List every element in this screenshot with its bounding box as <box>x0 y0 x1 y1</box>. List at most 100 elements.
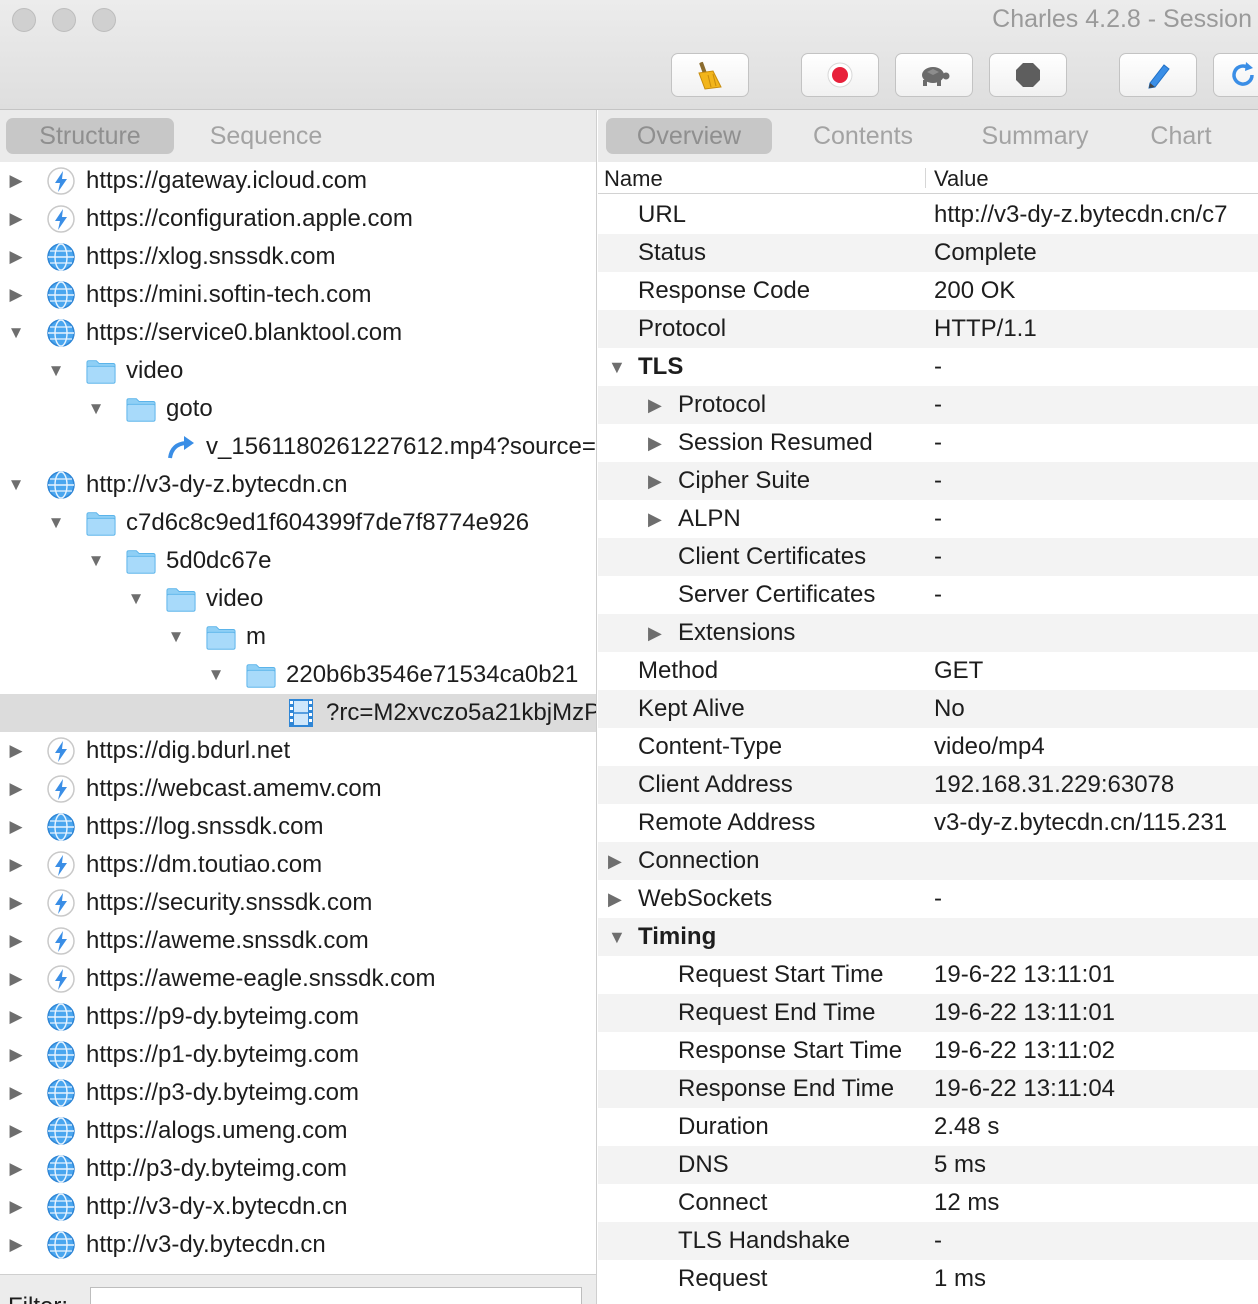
expand-triangle-icon[interactable]: ▶ <box>8 1007 24 1027</box>
property-row[interactable]: ▶ Protocol - <box>598 386 1258 424</box>
throttle-button[interactable] <box>895 53 973 97</box>
tree-row[interactable]: ▶ https://p9-dy.byteimg.com <box>0 998 596 1036</box>
tree-row[interactable]: ▶ http://v3-dy.bytecdn.cn <box>0 1226 596 1264</box>
tree-row[interactable]: ▶v_1561180261227612.mp4?source= <box>0 428 596 466</box>
property-row[interactable]: ▶ Connection <box>598 842 1258 880</box>
property-row[interactable]: Response End Time 19-6-22 13:11:04 <box>598 1070 1258 1108</box>
filter-input[interactable] <box>90 1287 582 1304</box>
collapse-triangle-icon[interactable]: ▼ <box>128 589 145 609</box>
property-row[interactable]: DNS 5 ms <box>598 1146 1258 1184</box>
expand-triangle-icon[interactable]: ▶ <box>8 741 24 761</box>
property-row[interactable]: ▶ Cipher Suite - <box>598 462 1258 500</box>
tree-row[interactable]: ▶ https://aweme.snssdk.com <box>0 922 596 960</box>
tree-row[interactable]: ▶ https://webcast.amemv.com <box>0 770 596 808</box>
property-row[interactable]: Request 1 ms <box>598 1260 1258 1298</box>
collapse-triangle-icon[interactable]: ▼ <box>208 665 225 685</box>
property-row[interactable]: Connect 12 ms <box>598 1184 1258 1222</box>
column-name-header[interactable]: Name <box>604 166 663 192</box>
collapse-triangle-icon[interactable]: ▼ <box>608 927 628 948</box>
expand-triangle-icon[interactable]: ▶ <box>8 1045 24 1065</box>
expand-triangle-icon[interactable]: ▶ <box>8 893 24 913</box>
expand-triangle-icon[interactable]: ▶ <box>8 931 24 951</box>
tree-row[interactable]: ▶ http://v3-dy-x.bytecdn.cn <box>0 1188 596 1226</box>
zoom-window-button[interactable] <box>92 8 116 32</box>
tab-chart[interactable]: Chart <box>1130 118 1232 154</box>
tree-row[interactable]: ▶ https://security.snssdk.com <box>0 884 596 922</box>
property-row[interactable]: Content-Type video/mp4 <box>598 728 1258 766</box>
tree-row[interactable]: ▶ https://dm.toutiao.com <box>0 846 596 884</box>
expand-triangle-icon[interactable]: ▶ <box>648 509 668 530</box>
expand-triangle-icon[interactable]: ▶ <box>8 1083 24 1103</box>
expand-triangle-icon[interactable]: ▶ <box>8 1197 24 1217</box>
tree-row[interactable]: ▶ https://aweme-eagle.snssdk.com <box>0 960 596 998</box>
property-row[interactable]: URL http://v3-dy-z.bytecdn.cn/c7 <box>598 196 1258 234</box>
expand-triangle-icon[interactable]: ▶ <box>8 779 24 799</box>
property-row[interactable]: Request Start Time 19-6-22 13:11:01 <box>598 956 1258 994</box>
tree-row[interactable]: ▶ https://gateway.icloud.com <box>0 162 596 200</box>
tree-row[interactable]: ▶ https://alogs.umeng.com <box>0 1112 596 1150</box>
tree-row[interactable]: ▼ goto <box>0 390 596 428</box>
expand-triangle-icon[interactable]: ▶ <box>8 855 24 875</box>
repeat-button[interactable] <box>1213 53 1258 97</box>
property-row[interactable]: ▶ WebSockets - <box>598 880 1258 918</box>
close-window-button[interactable] <box>12 8 36 32</box>
tree-row[interactable]: ▼ c7d6c8c9ed1f604399f7de7f8774e926 <box>0 504 596 542</box>
tree-row[interactable]: ▶ https://log.snssdk.com <box>0 808 596 846</box>
expand-triangle-icon[interactable]: ▶ <box>8 171 24 191</box>
property-row[interactable]: ▶ ALPN - <box>598 500 1258 538</box>
tree-row[interactable]: ▶?rc=M2xvczo5a21kbjMzP <box>0 694 596 732</box>
compose-button[interactable] <box>1119 53 1197 97</box>
tree-row[interactable]: ▶ https://xlog.snssdk.com <box>0 238 596 276</box>
expand-triangle-icon[interactable]: ▶ <box>8 247 24 267</box>
property-row[interactable]: Protocol HTTP/1.1 <box>598 310 1258 348</box>
tree-row[interactable]: ▶ https://configuration.apple.com <box>0 200 596 238</box>
tree-row[interactable]: ▶ https://dig.bdurl.net <box>0 732 596 770</box>
expand-triangle-icon[interactable]: ▶ <box>8 969 24 989</box>
collapse-triangle-icon[interactable]: ▼ <box>88 551 105 571</box>
expand-triangle-icon[interactable]: ▶ <box>608 889 628 910</box>
collapse-triangle-icon[interactable]: ▼ <box>8 323 25 343</box>
minimize-window-button[interactable] <box>52 8 76 32</box>
tree-row[interactable]: ▶ http://p3-dy.byteimg.com <box>0 1150 596 1188</box>
property-row[interactable]: Duration 2.48 s <box>598 1108 1258 1146</box>
tree-row[interactable]: ▼ video <box>0 352 596 390</box>
collapse-triangle-icon[interactable]: ▼ <box>88 399 105 419</box>
property-row[interactable]: ▶ Session Resumed - <box>598 424 1258 462</box>
collapse-triangle-icon[interactable]: ▼ <box>168 627 185 647</box>
tab-summary[interactable]: Summary <box>958 118 1112 154</box>
expand-triangle-icon[interactable]: ▶ <box>8 1159 24 1179</box>
collapse-triangle-icon[interactable]: ▼ <box>608 357 628 378</box>
tree-row[interactable]: ▼ m <box>0 618 596 656</box>
property-row[interactable]: Response Start Time 19-6-22 13:11:02 <box>598 1032 1258 1070</box>
clear-session-button[interactable] <box>671 53 749 97</box>
tree-row[interactable]: ▼ https://service0.blanktool.com <box>0 314 596 352</box>
tab-contents[interactable]: Contents <box>788 118 938 154</box>
tree-row[interactable]: ▼ http://v3-dy-z.bytecdn.cn <box>0 466 596 504</box>
property-row[interactable]: Remote Address v3-dy-z.bytecdn.cn/115.231 <box>598 804 1258 842</box>
tree-row[interactable]: ▼ 5d0dc67e <box>0 542 596 580</box>
expand-triangle-icon[interactable]: ▶ <box>648 471 668 492</box>
tree-row[interactable]: ▼ 220b6b3546e71534ca0b21 <box>0 656 596 694</box>
expand-triangle-icon[interactable]: ▶ <box>648 395 668 416</box>
property-row[interactable]: Client Certificates - <box>598 538 1258 576</box>
expand-triangle-icon[interactable]: ▶ <box>8 209 24 229</box>
property-row[interactable]: Server Certificates - <box>598 576 1258 614</box>
breakpoints-button[interactable] <box>989 53 1067 97</box>
property-row[interactable]: Method GET <box>598 652 1258 690</box>
column-value-header[interactable]: Value <box>934 166 989 192</box>
expand-triangle-icon[interactable]: ▶ <box>608 851 628 872</box>
collapse-triangle-icon[interactable]: ▼ <box>48 513 65 533</box>
property-row[interactable]: Status Complete <box>598 234 1258 272</box>
tab-overview[interactable]: Overview <box>606 118 772 154</box>
tree-row[interactable]: ▶ https://mini.softin-tech.com <box>0 276 596 314</box>
expand-triangle-icon[interactable]: ▶ <box>648 433 668 454</box>
property-row[interactable]: Response Code 200 OK <box>598 272 1258 310</box>
tab-structure[interactable]: Structure <box>6 118 174 154</box>
property-row[interactable]: Client Address 192.168.31.229:63078 <box>598 766 1258 804</box>
tree-row[interactable]: ▶ https://p3-dy.byteimg.com <box>0 1074 596 1112</box>
expand-triangle-icon[interactable]: ▶ <box>8 817 24 837</box>
property-row[interactable]: ▼ Timing <box>598 918 1258 956</box>
property-row[interactable]: Kept Alive No <box>598 690 1258 728</box>
property-row[interactable]: Request End Time 19-6-22 13:11:01 <box>598 994 1258 1032</box>
tree-row[interactable]: ▼ video <box>0 580 596 618</box>
